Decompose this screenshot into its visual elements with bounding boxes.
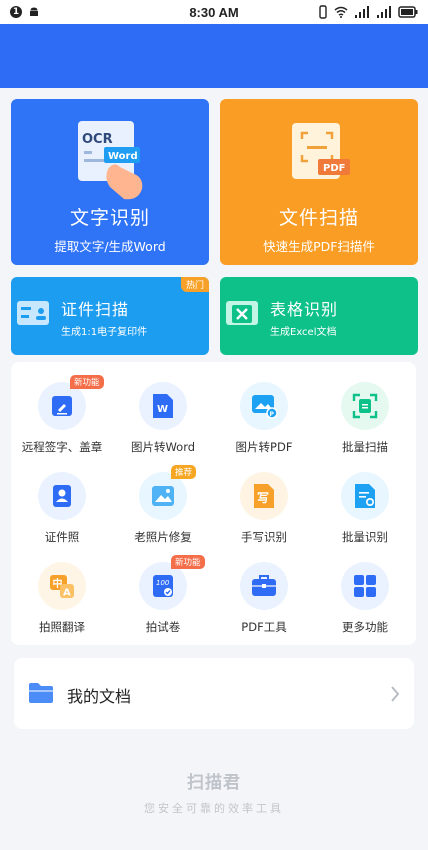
table-ocr-card[interactable]: 表格识别 生成Excel文档: [220, 277, 418, 355]
pen-sign-icon: [52, 396, 72, 416]
doc-scan-icon: PDF: [292, 123, 350, 179]
tool-pdf-tools[interactable]: PDF工具: [214, 562, 314, 635]
tool-label: 批量识别: [342, 530, 388, 544]
tools-panel: 新功能 远程签字、盖章 W 图片转Word P 图片转PDF 批量扫描 证件照 …: [11, 362, 416, 645]
doc-scan-card[interactable]: PDF 文件扫描 快速生成PDF扫描件: [220, 99, 418, 265]
tool-remote-sign[interactable]: 新功能 远程签字、盖章: [12, 375, 112, 455]
id-scan-card-title: 证件扫描: [61, 300, 130, 319]
svg-text:写: 写: [257, 491, 269, 505]
android-icon: [30, 7, 38, 16]
brand-name: 扫描君: [187, 773, 241, 793]
recommend-badge: 推荐: [171, 465, 197, 479]
app-header: [0, 24, 428, 88]
tool-photo-repair[interactable]: 推荐 老照片修复: [113, 465, 213, 545]
doc-scan-card-title: 文件扫描: [278, 207, 359, 229]
tool-more[interactable]: 更多功能: [315, 562, 415, 635]
new-feature-badge: 新功能: [70, 375, 104, 389]
tool-label: 拍试卷: [145, 620, 181, 634]
tool-label: 拍照翻译: [39, 620, 85, 634]
svg-text:PDF: PDF: [323, 163, 345, 174]
tool-label: PDF工具: [241, 620, 287, 634]
batch-scan-icon: [352, 393, 378, 419]
id-scan-card-subtitle: 生成1:1电子复印件: [61, 327, 148, 338]
tool-image-to-word[interactable]: W 图片转Word: [113, 382, 213, 455]
tool-id-photo[interactable]: 证件照: [12, 472, 112, 545]
svg-text:100: 100: [156, 579, 170, 587]
word-doc-icon: W: [153, 394, 173, 418]
id-scan-card[interactable]: 证件扫描 生成1:1电子复印件 热门: [11, 277, 209, 355]
id-card-icon: [17, 301, 49, 325]
notification-count-icon: 1: [10, 6, 22, 18]
image-pdf-icon: P: [252, 395, 278, 419]
ocr-card-title: 文字识别: [69, 207, 150, 229]
exam-paper-icon: 100: [153, 575, 173, 597]
signal-icon-2: [377, 6, 391, 18]
svg-text:P: P: [270, 411, 275, 418]
ocr-card[interactable]: OCR Word 文字识别 提取文字/生成Word: [11, 99, 209, 265]
my-documents-row[interactable]: 我的文档: [14, 658, 414, 729]
signal-icon-1: [355, 6, 369, 18]
tool-label: 手写识别: [241, 530, 287, 544]
hot-badge: 热门: [180, 277, 209, 292]
my-documents-label: 我的文档: [67, 687, 132, 706]
tool-handwriting[interactable]: 写 手写识别: [214, 472, 314, 545]
battery-icon: [398, 6, 418, 18]
tool-label: 更多功能: [342, 620, 388, 634]
vibrate-icon: [319, 5, 327, 19]
svg-text:W: W: [157, 404, 168, 415]
brand-slogan: 您安全可靠的效率工具: [144, 802, 284, 815]
tool-label: 图片转PDF: [235, 440, 293, 454]
tool-label: 远程签字、盖章: [21, 440, 103, 454]
tool-batch-scan[interactable]: 批量扫描: [315, 382, 415, 455]
svg-text:A: A: [63, 588, 71, 599]
status-bar: 1 8:30 AM: [0, 0, 428, 24]
tool-photo-translate[interactable]: 中A 拍照翻译: [12, 562, 112, 635]
chevron-right-icon: [391, 686, 400, 702]
grid-more-icon: [354, 575, 376, 597]
tool-label: 证件照: [44, 530, 80, 544]
table-ocr-card-title: 表格识别: [270, 300, 339, 319]
translate-icon: 中A: [50, 575, 74, 599]
photo-repair-icon: [152, 486, 174, 506]
new-feature-badge: 新功能: [171, 555, 205, 569]
doc-scan-card-subtitle: 快速生成PDF扫描件: [263, 239, 375, 254]
ocr-card-subtitle: 提取文字/生成Word: [54, 239, 166, 254]
tool-label: 老照片修复: [134, 530, 192, 544]
tool-label: 批量扫描: [342, 440, 388, 454]
batch-recognize-icon: [355, 484, 375, 508]
table-ocr-card-subtitle: 生成Excel文档: [270, 327, 337, 338]
svg-text:Word: Word: [108, 151, 138, 162]
tool-batch-recognize[interactable]: 批量识别: [315, 472, 415, 545]
id-photo-icon: [53, 485, 71, 507]
wifi-icon: [334, 6, 348, 18]
tool-label: 图片转Word: [130, 440, 196, 454]
svg-text:OCR: OCR: [82, 132, 113, 147]
folder-icon: [29, 683, 53, 703]
toolbox-icon: [252, 575, 276, 596]
handwriting-icon: 写: [254, 484, 274, 508]
ocr-hand-icon: OCR Word: [78, 121, 143, 200]
tool-exam-paper[interactable]: 100 新功能 拍试卷: [113, 555, 213, 635]
excel-icon: [226, 301, 258, 325]
tool-image-to-pdf[interactable]: P 图片转PDF: [214, 382, 314, 455]
